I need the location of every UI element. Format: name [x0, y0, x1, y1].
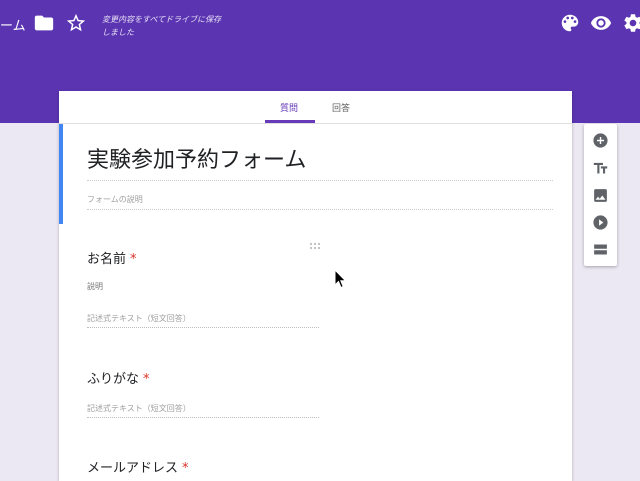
form-header-section[interactable]: 実験参加予約フォーム フォームの説明: [59, 124, 572, 224]
title-text-icon[interactable]: [592, 160, 609, 177]
image-icon[interactable]: [592, 187, 609, 204]
tab-responses[interactable]: 回答: [332, 101, 350, 114]
eye-icon[interactable]: [590, 12, 612, 34]
question-title-text: メールアドレス: [87, 461, 179, 476]
add-question-icon[interactable]: [592, 132, 609, 149]
form-description-field[interactable]: フォームの説明: [87, 194, 553, 210]
video-icon[interactable]: [592, 214, 609, 231]
question-title-text: ふりがな: [87, 372, 140, 387]
active-tab-indicator: [265, 120, 315, 123]
short-answer-placeholder: 記述式テキスト（短文回答）: [87, 313, 319, 328]
mouse-cursor-icon: [334, 268, 348, 289]
side-toolbar: [584, 124, 617, 266]
gear-icon[interactable]: [622, 12, 640, 34]
question-title-name[interactable]: お名前 *: [87, 248, 137, 267]
app-title: ーム: [0, 19, 26, 34]
folder-icon[interactable]: [33, 12, 55, 34]
form-card: 質問 回答 実験参加予約フォーム フォームの説明 お名前 * 説明 記述式テキスト…: [59, 91, 572, 481]
tab-bar: 質問 回答: [59, 91, 572, 124]
short-answer-placeholder: 記述式テキスト（短文回答）: [87, 403, 319, 418]
section-icon[interactable]: [592, 241, 609, 258]
drag-handle-icon[interactable]: [309, 235, 323, 250]
question-title-furigana[interactable]: ふりがな *: [87, 368, 150, 387]
required-mark: *: [182, 461, 189, 476]
palette-icon[interactable]: [559, 12, 581, 34]
form-title[interactable]: 実験参加予約フォーム: [87, 142, 553, 181]
required-mark: *: [130, 252, 137, 267]
star-icon[interactable]: [65, 12, 87, 34]
question-description[interactable]: 説明: [87, 281, 103, 292]
save-status: 変更内容をすべてドライブに保存しました: [102, 15, 222, 37]
tab-questions[interactable]: 質問: [280, 101, 298, 114]
required-mark: *: [143, 372, 150, 387]
question-title-email[interactable]: メールアドレス *: [87, 457, 189, 476]
question-title-text: お名前: [87, 252, 127, 267]
